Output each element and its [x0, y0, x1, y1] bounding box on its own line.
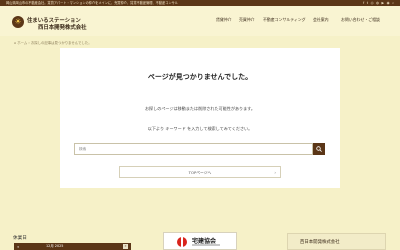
- calendar-next-button[interactable]: »: [123, 244, 128, 249]
- not-found-panel: ページが見つかりませんでした。 お探しのページは移動または削除された可能性があり…: [60, 48, 340, 188]
- search-hint-message: 以下より キーワード を入力して検索してみてください。: [147, 126, 253, 131]
- search-icon: [316, 146, 322, 152]
- calendar-header: « 12月 2025 »: [14, 243, 131, 250]
- nav-item-contact[interactable]: お問い合わせ・ご相談: [341, 17, 380, 23]
- takken-subtext-line: [192, 244, 220, 246]
- company-box: 西日本開発株式会社: [287, 233, 386, 250]
- logo-line2[interactable]: 西日本開発株式会社: [38, 23, 87, 31]
- breadcrumb-home[interactable]: ホーム: [17, 41, 27, 45]
- breadcrumb: ⌂ ホーム › お探しの記事は見つかりませんでした。: [14, 40, 92, 45]
- calendar-prev-button[interactable]: «: [17, 243, 19, 250]
- nav-item-rental[interactable]: 賃貸仲介: [216, 17, 232, 23]
- page-title: ページが見つかりませんでした。: [147, 73, 253, 81]
- search-button[interactable]: [313, 143, 325, 155]
- chevron-right-icon: ›: [274, 170, 276, 175]
- site-header: ☀ 住まいるステーション 西日本開発株式会社: [0, 6, 400, 36]
- moved-message: お探しのページは移動または削除された可能性があります。: [144, 106, 256, 111]
- home-icon: ⌂: [14, 41, 17, 45]
- search-input[interactable]: 検索: [74, 143, 313, 155]
- logo-icon[interactable]: ☀: [12, 16, 24, 28]
- nav-item-company[interactable]: 会社案内: [313, 17, 329, 23]
- takken-banner[interactable]: 宅建協会: [163, 232, 237, 250]
- top-page-button[interactable]: TOPページへ ›: [119, 166, 281, 178]
- takken-logo-icon: [177, 237, 187, 247]
- nav-item-consulting[interactable]: 不動産コンサルティング: [263, 17, 306, 23]
- company-name: 西日本開発株式会社: [300, 240, 340, 245]
- top-page-button-label: TOPページへ: [188, 170, 212, 175]
- holiday-heading: 休業日: [13, 236, 27, 241]
- calendar-month: 12月 2025: [46, 244, 64, 248]
- breadcrumb-current: お探しの記事は見つかりませんでした。: [30, 41, 92, 45]
- nav-item-sales[interactable]: 売買仲介: [239, 17, 255, 23]
